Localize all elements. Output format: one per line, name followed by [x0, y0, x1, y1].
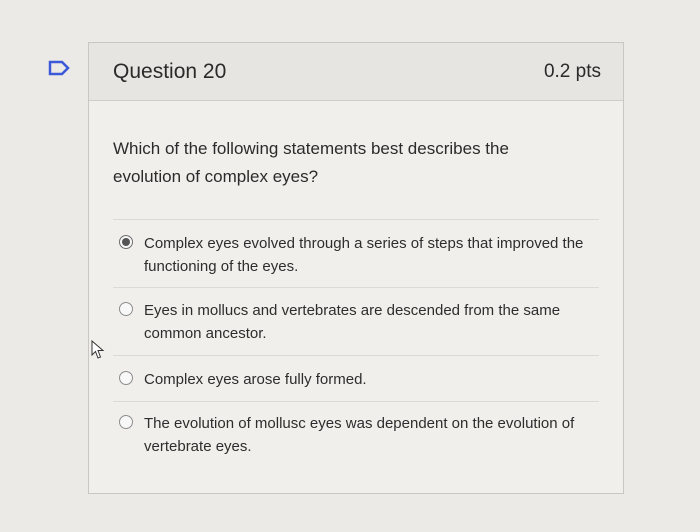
- question-points: 0.2 pts: [543, 60, 601, 82]
- radio-button[interactable]: [119, 302, 133, 316]
- radio-button[interactable]: [119, 371, 133, 385]
- answer-option-4[interactable]: The evolution of mollusc eyes was depend…: [119, 412, 599, 458]
- divider: [113, 219, 599, 220]
- bookmark-flag-icon[interactable]: [48, 60, 72, 76]
- question-title: Question 20: [113, 59, 227, 83]
- answer-option-label: Eyes in mollucs and vertebrates are desc…: [144, 302, 561, 342]
- answer-option-label: The evolution of mollusc eyes was depend…: [144, 415, 575, 455]
- answer-option-label: Complex eyes arose fully formed.: [144, 371, 367, 388]
- answer-option-3[interactable]: Complex eyes arose fully formed.: [119, 368, 599, 391]
- divider: [113, 401, 599, 402]
- answer-option-1[interactable]: Complex eyes evolved through a series of…: [119, 232, 599, 278]
- question-card: Question 20 0.2 pts Which of the followi…: [88, 42, 624, 494]
- radio-button-selected[interactable]: [119, 235, 133, 249]
- mouse-pointer-icon: [91, 340, 105, 359]
- question-header: Question 20 0.2 pts: [89, 43, 623, 101]
- radio-button[interactable]: [119, 415, 133, 429]
- question-text: Which of the following statements best d…: [113, 139, 509, 186]
- answer-option-2[interactable]: Eyes in mollucs and vertebrates are desc…: [119, 299, 599, 345]
- divider: [113, 355, 599, 356]
- divider: [113, 287, 599, 288]
- answer-option-label: Complex eyes evolved through a series of…: [144, 235, 584, 275]
